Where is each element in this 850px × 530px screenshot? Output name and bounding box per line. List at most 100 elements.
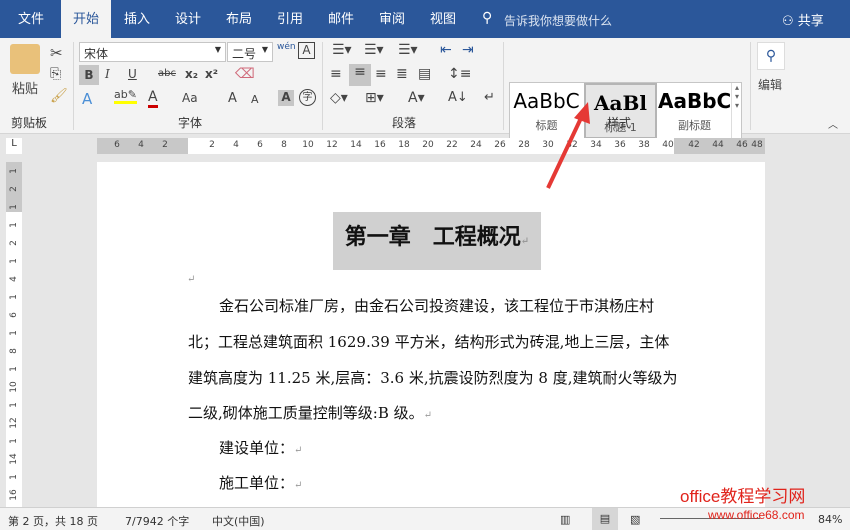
ruler-tick-label: 14 (9, 453, 19, 465)
vertical-ruler[interactable]: 1 2 1 1 2 1 4 1 6 1 8 1 10 1 12 1 14 1 16 (6, 162, 22, 507)
tab-file[interactable]: 文件 (6, 0, 56, 38)
title-tab-bar: 文件 开始 插入 设计 布局 引用 邮件 审阅 视图 ⚲ 告诉我你想要做什么 ⚇… (0, 0, 850, 40)
underline-button[interactable]: U (128, 67, 137, 81)
ruler-tick-label: 1 (9, 438, 19, 444)
numbering-icon[interactable]: ☰▾ (364, 42, 384, 58)
align-center-icon[interactable]: ≡ (349, 64, 371, 86)
paragraph-line[interactable]: 建筑高度为 11.25 米,层高：3.6 米,抗震设防烈度为 8 度,建筑耐火等… (188, 367, 678, 388)
subscript-button[interactable]: x₂ (185, 67, 198, 81)
ruler-tick-label: 1 (9, 330, 19, 336)
horizontal-ruler[interactable]: 6 4 2 2 4 6 8 10 12 14 16 18 20 22 24 26 28 30 32 34 36 38 40 4… (97, 138, 765, 154)
phonetic-guide-button[interactable]: wén (277, 42, 296, 52)
ruler-tick-label: 12 (9, 417, 19, 429)
person-add-icon: ⚇ (782, 14, 794, 29)
web-layout-icon[interactable]: ▧ (630, 513, 640, 526)
editing-button[interactable]: 编辑 (758, 76, 782, 93)
copy-icon[interactable]: ⎘ (50, 66, 61, 82)
tab-view[interactable]: 视图 (418, 0, 468, 38)
tab-references[interactable]: 引用 (265, 0, 315, 38)
paste-button[interactable]: 粘贴 (12, 78, 38, 97)
language[interactable]: 中文(中国) (212, 513, 265, 529)
align-left-icon[interactable]: ≡ (330, 66, 342, 82)
ruler-tick-label: 46 (736, 140, 748, 150)
style-subtitle[interactable]: AaBbC 副标题 (658, 83, 731, 139)
paste-icon[interactable] (10, 44, 40, 74)
ruler-tick-label: 12 (326, 140, 338, 150)
zoom-level[interactable]: 84% (818, 513, 842, 526)
paragraph-line[interactable]: 金石公司标准厂房，由金石公司投资建设，该工程位于市淇杨庄村 (219, 295, 654, 316)
strikethrough-button[interactable]: abc (158, 68, 176, 79)
tab-review[interactable]: 审阅 (367, 0, 417, 38)
cut-icon[interactable]: ✂ (50, 44, 63, 62)
sort-icon[interactable]: A↓ (448, 90, 468, 105)
page-count[interactable]: 第 2 页，共 18 页 (8, 513, 98, 529)
document-page[interactable]: 第一章 工程概况↵ ↵ 金石公司标准厂房，由金石公司投资建设，该工程位于市淇杨庄… (97, 162, 765, 507)
constructor-line[interactable]: 施工单位：↵ (219, 472, 302, 493)
asian-layout-icon[interactable]: A▾ (408, 90, 425, 106)
justify-icon[interactable]: ≣ (396, 66, 408, 82)
ruler-tick-label: 1 (9, 474, 19, 480)
tab-layout[interactable]: 布局 (214, 0, 264, 38)
ruler-tick-label: 28 (518, 140, 530, 150)
paragraph-line[interactable]: 二级,砌体施工质量控制等级:B 级。↵ (188, 402, 432, 423)
ruler-tick-label: 24 (470, 140, 482, 150)
char-border-button[interactable]: A (298, 42, 315, 59)
share-button[interactable]: ⚇ 共享 (782, 10, 824, 29)
ruler-tick-label: 14 (350, 140, 362, 150)
builder-line[interactable]: 建设单位：↵ (219, 437, 302, 458)
font-name-select[interactable]: 宋体 ▼ (79, 42, 226, 62)
line-spacing-icon[interactable]: ↕≡ (448, 66, 471, 82)
char-shading-button[interactable]: A (278, 90, 294, 106)
paragraph-group-label: 段落 (392, 116, 417, 130)
show-marks-icon[interactable]: ↵ (484, 90, 495, 105)
share-label: 共享 (797, 14, 824, 29)
tab-selector[interactable]: L (6, 138, 22, 154)
increase-indent-icon[interactable]: ⇥ (462, 42, 474, 58)
print-layout-icon[interactable]: ▤ (592, 508, 618, 530)
italic-button[interactable]: I (105, 67, 110, 81)
shrink-font-button[interactable]: A (251, 93, 259, 106)
ruler-tick-label: 1 (9, 204, 19, 210)
find-icon[interactable]: ⚲ (757, 42, 785, 70)
tab-home[interactable]: 开始 (61, 0, 111, 40)
distributed-icon[interactable]: ▤ (418, 66, 431, 82)
search-icon: ⚲ (482, 10, 493, 26)
tab-mailings[interactable]: 邮件 (316, 0, 366, 38)
change-case-button[interactable]: Aa (182, 91, 198, 105)
styles-scroll[interactable]: ▴ ▾ ▾ (731, 83, 742, 139)
watermark-url: www.office68.com (708, 508, 805, 522)
highlight-icon[interactable]: ab✎ (114, 88, 137, 104)
bold-button[interactable]: B (79, 65, 99, 85)
ruler-tick-label: 1 (9, 168, 19, 174)
paragraph-line[interactable]: 北；工程总建筑面积 1629.39 平方米，结构形式为砖混,地上三层，主体 (188, 331, 669, 352)
format-painter-icon[interactable]: 🖌 (50, 88, 68, 104)
grow-font-button[interactable]: A (228, 91, 237, 106)
multilevel-list-icon[interactable]: ☰▾ (398, 42, 418, 58)
text-effects-icon[interactable]: A (82, 90, 92, 108)
tab-insert[interactable]: 插入 (112, 0, 162, 38)
align-right-icon[interactable]: ≡ (375, 66, 387, 82)
bullets-icon[interactable]: ☰▾ (332, 42, 352, 58)
ruler-tick-label: 16 (374, 140, 386, 150)
ruler-tick-label: 6 (257, 140, 263, 150)
word-count[interactable]: 7/7942 个字 (125, 513, 189, 529)
ruler-tick-label: 44 (712, 140, 724, 150)
clear-format-icon[interactable]: ⌫ (235, 66, 255, 82)
borders-icon[interactable]: ⊞▾ (365, 90, 384, 106)
ruler-tick-label: 26 (494, 140, 506, 150)
tell-me-input[interactable]: 告诉我你想要做什么 (504, 12, 612, 29)
font-color-icon[interactable]: A (148, 89, 158, 108)
shading-icon[interactable]: ◇▾ (330, 90, 348, 106)
ruler-tick-label: 8 (281, 140, 287, 150)
read-mode-icon[interactable]: ▥ (560, 513, 570, 526)
font-size-select[interactable]: 二号 ▼ (227, 42, 273, 62)
superscript-button[interactable]: x² (205, 67, 218, 81)
tab-design[interactable]: 设计 (163, 0, 213, 38)
decrease-indent-icon[interactable]: ⇤ (440, 42, 452, 58)
red-arrow-annotation (546, 102, 590, 189)
ruler-tick-label: 10 (9, 381, 19, 393)
ruler-tick-label: 4 (233, 140, 239, 150)
collapse-ribbon-icon[interactable]: ︿ (828, 116, 838, 131)
enclose-chars-button[interactable]: 字 (299, 89, 316, 106)
chapter-heading[interactable]: 第一章 工程概况↵ (333, 219, 541, 251)
